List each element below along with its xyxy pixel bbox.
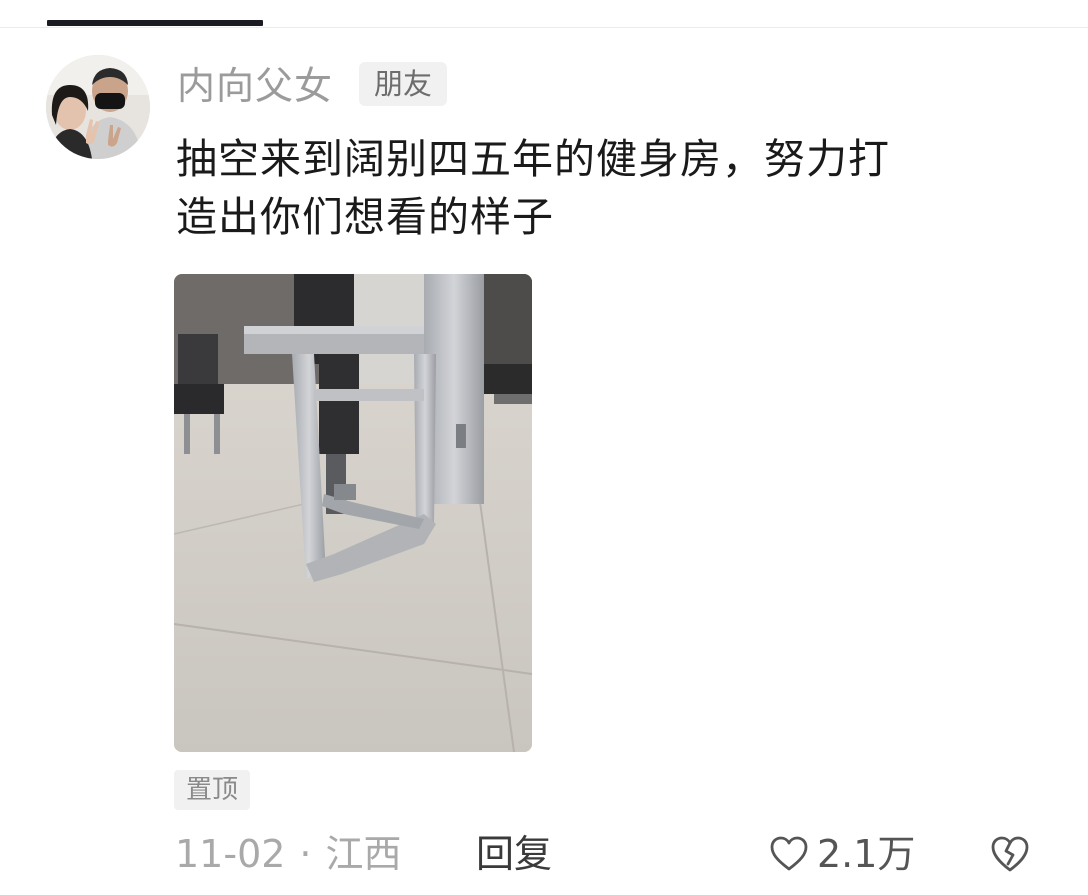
comment-text-line: 造出你们想看的样子 <box>176 193 554 241</box>
comment-location: 江西 <box>325 832 402 876</box>
broken-heart-icon[interactable] <box>989 833 1031 875</box>
like-count: 2.1万 <box>817 832 916 876</box>
top-divider <box>0 27 1088 28</box>
comment-meta: 11-02 · 江西 <box>175 830 402 878</box>
comment-text-line: 抽空来到阔别四五年的健身房，努力打 <box>176 135 890 183</box>
friend-badge: 朋友 <box>359 62 447 106</box>
gym-photo <box>174 274 532 752</box>
meta-separator: · <box>299 832 312 876</box>
pinned-tag: 置顶 <box>174 770 250 810</box>
comment-image[interactable] <box>174 274 532 752</box>
reply-button[interactable]: 回复 <box>476 830 552 878</box>
avatar-photo <box>46 55 150 159</box>
comment-author-name[interactable]: 内向父女 <box>177 62 333 110</box>
avatar[interactable] <box>46 55 150 159</box>
heart-outline-icon[interactable] <box>769 834 809 874</box>
comment-text: 抽空来到阔别四五年的健身房，努力打 造出你们想看的样子 <box>176 130 1036 246</box>
comment-date: 11-02 <box>175 832 286 876</box>
active-tab-indicator <box>47 20 263 26</box>
